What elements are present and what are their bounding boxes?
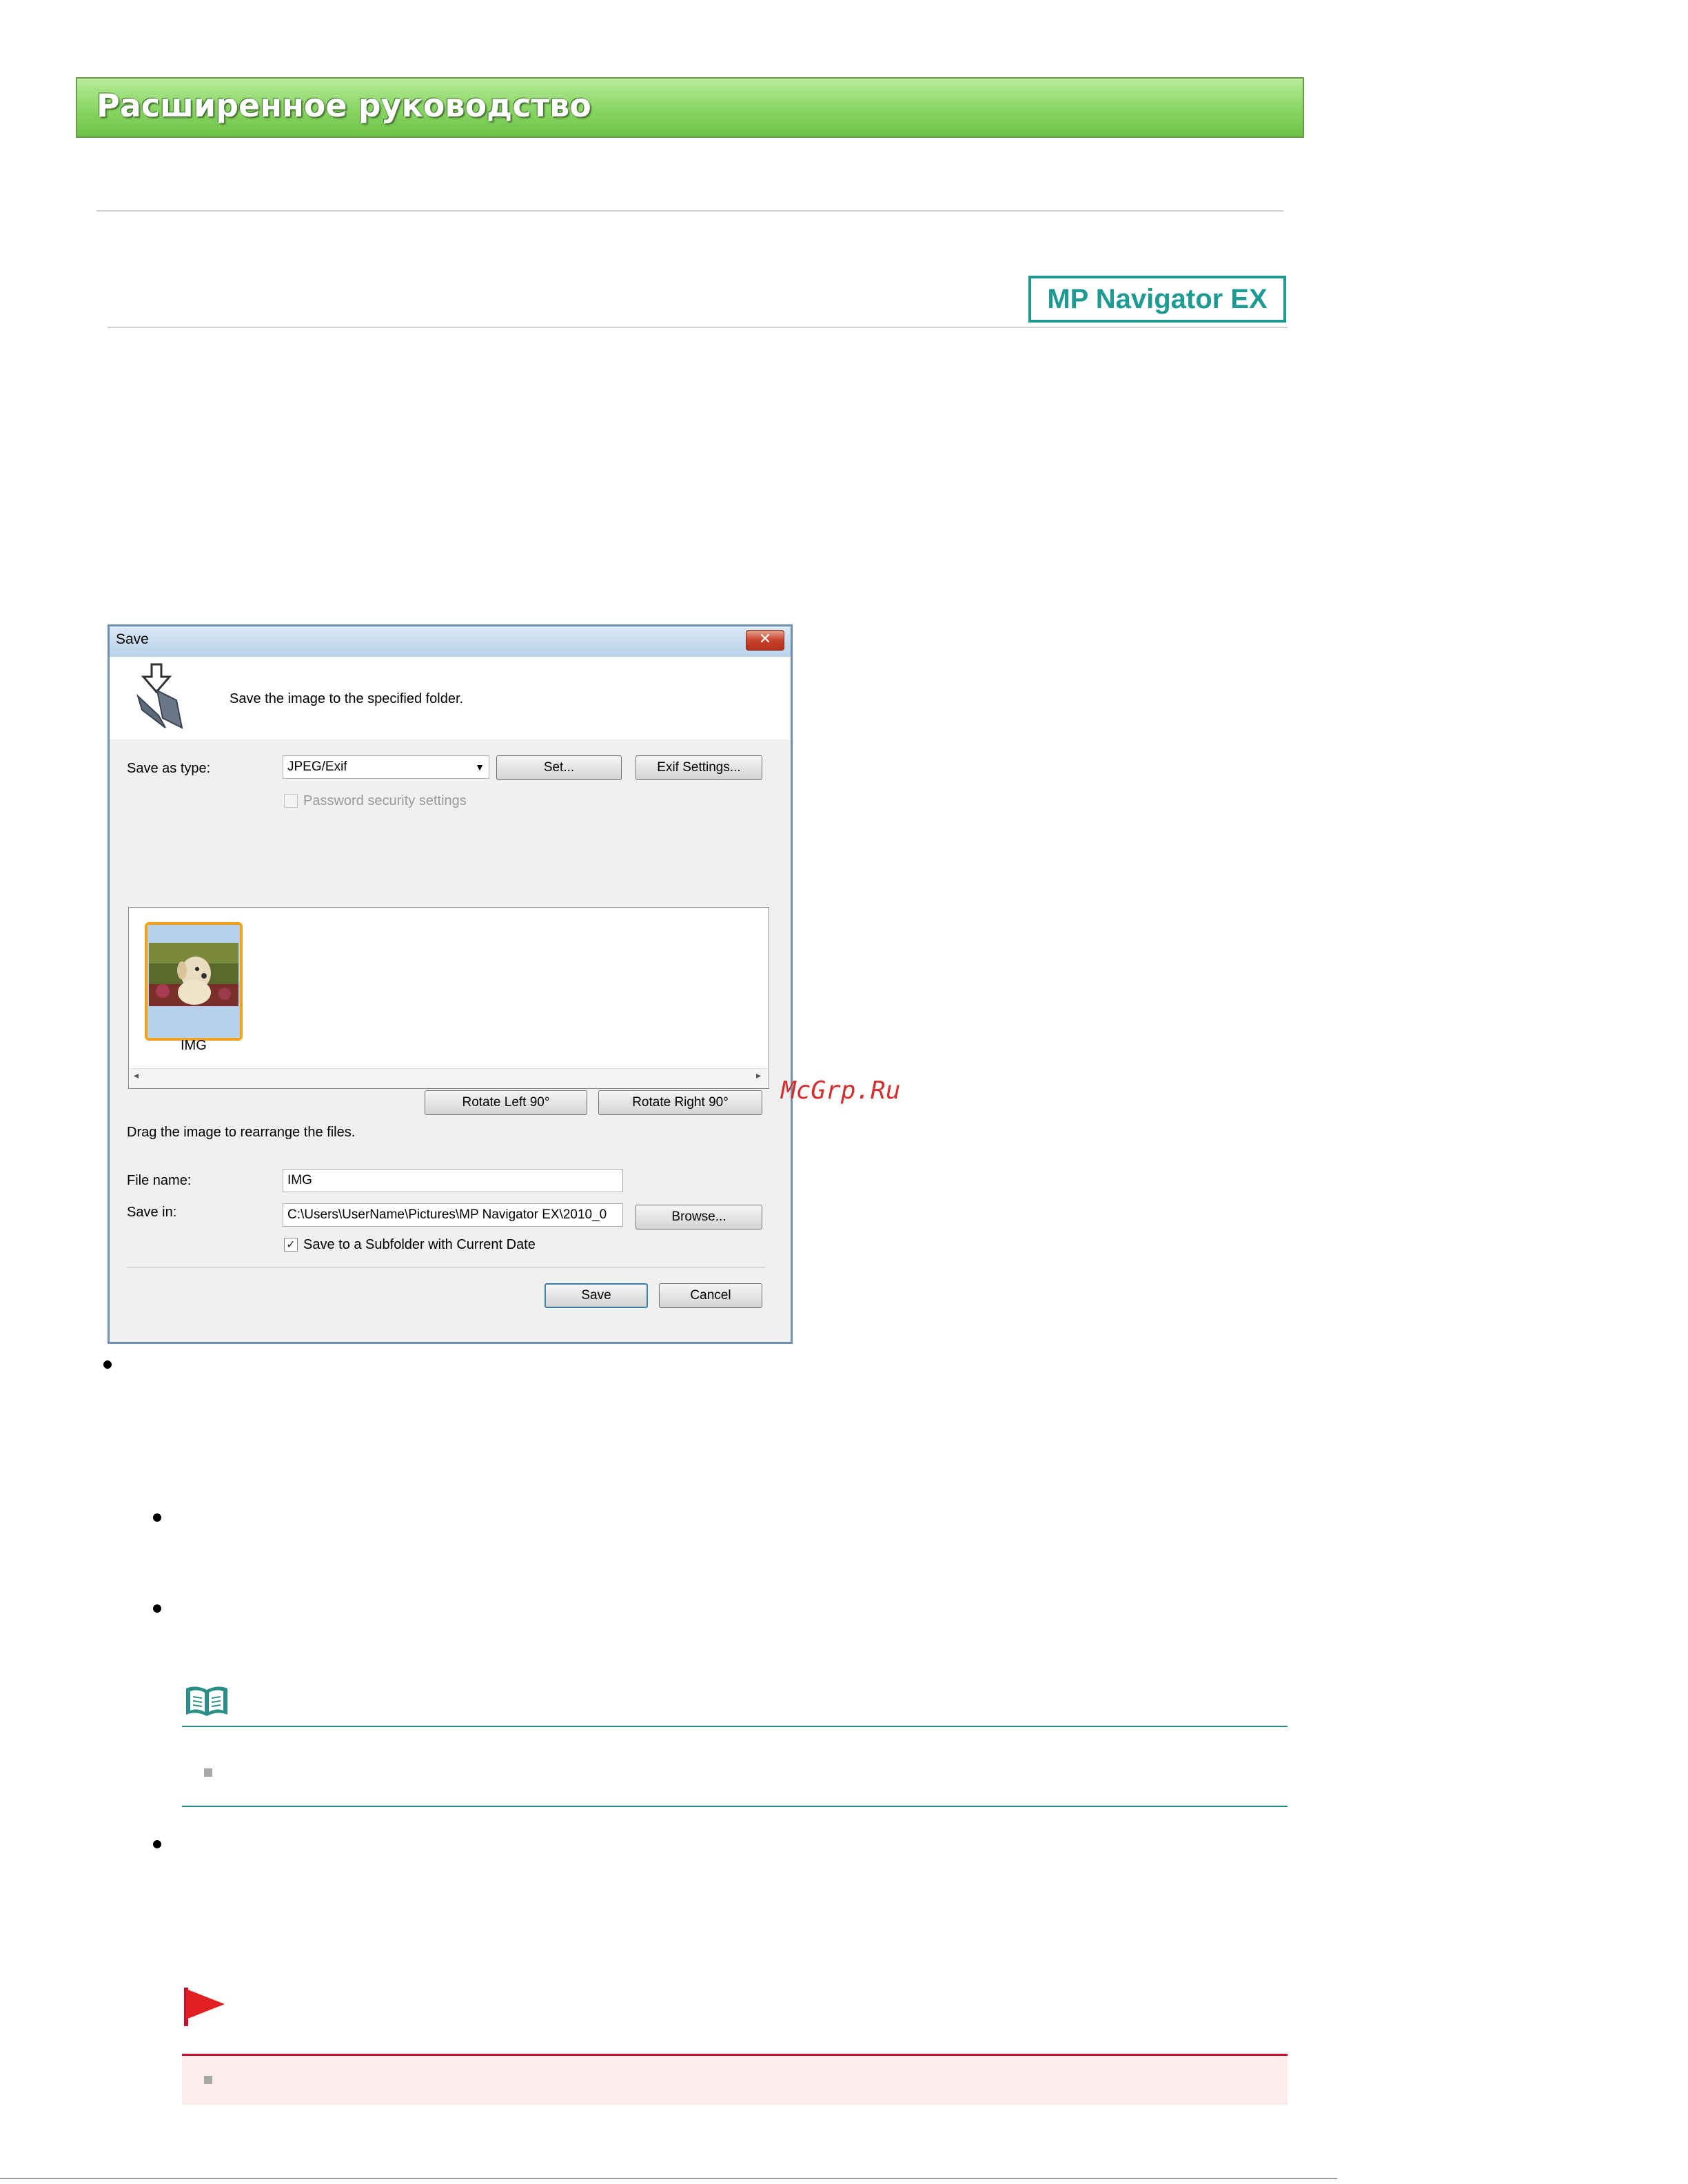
note-bottom-divider	[182, 1806, 1288, 1807]
dialog-title: Save	[116, 631, 149, 647]
bullet-sub-3	[153, 1840, 161, 1848]
important-box	[182, 2054, 1288, 2105]
important-flag-icon	[184, 1988, 225, 2026]
rotate-right-button[interactable]: Rotate Right 90°	[598, 1090, 762, 1115]
save-as-type-value: JPEG/Exif	[287, 759, 347, 774]
thumbnail-label: IMG	[181, 1038, 207, 1053]
save-as-type-label: Save as type:	[127, 761, 211, 776]
bullet-main	[103, 1360, 112, 1369]
drag-hint: Drag the image to rearrange the files.	[127, 1125, 356, 1140]
scroll-left-icon[interactable]: ◂	[134, 1070, 139, 1081]
save-in-label: Save in:	[127, 1205, 177, 1220]
logo-divider	[108, 327, 1288, 328]
dialog-description: Save the image to the specified folder.	[230, 691, 464, 706]
close-button[interactable]: ✕	[746, 630, 784, 651]
mp-navigator-logo: MP Navigator EX	[1028, 276, 1286, 323]
password-checkbox[interactable]	[284, 794, 298, 808]
file-name-input[interactable]: IMG	[283, 1169, 623, 1192]
page-title: Расширенное руководство	[96, 87, 591, 124]
horizontal-scrollbar[interactable]: ◂ ▸	[130, 1068, 768, 1088]
chevron-down-icon: ▼	[475, 762, 485, 773]
note-book-icon	[186, 1686, 227, 1716]
subfolder-checkbox[interactable]: ✓	[284, 1238, 298, 1252]
rotate-left-button[interactable]: Rotate Left 90°	[425, 1090, 587, 1115]
save-button[interactable]: Save	[545, 1283, 648, 1308]
thumbnail-image	[149, 943, 238, 1006]
bullet-sub-1	[153, 1513, 161, 1522]
thumbnail-item[interactable]	[145, 922, 243, 1041]
subfolder-label: Save to a Subfolder with Current Date	[303, 1237, 536, 1252]
set-button[interactable]: Set...	[496, 755, 622, 780]
save-folder-icon	[136, 663, 183, 729]
file-name-label: File name:	[127, 1173, 192, 1188]
cancel-button[interactable]: Cancel	[659, 1283, 762, 1308]
note-top-divider	[182, 1726, 1288, 1727]
important-bullet	[204, 2076, 212, 2084]
save-in-input[interactable]: C:\Users\UserName\Pictures\MP Navigator …	[283, 1203, 623, 1227]
browse-button[interactable]: Browse...	[635, 1205, 762, 1229]
watermark: McGrp.Ru	[781, 1076, 901, 1105]
save-as-type-select[interactable]: JPEG/Exif ▼	[283, 755, 489, 779]
password-label: Password security settings	[303, 793, 467, 808]
note-bullet	[204, 1768, 212, 1777]
dialog-footer-divider	[127, 1267, 765, 1268]
bottom-divider	[0, 2178, 1337, 2179]
exif-settings-button[interactable]: Exif Settings...	[635, 755, 762, 780]
bullet-sub-2	[153, 1604, 161, 1613]
dialog-titlebar	[110, 626, 791, 657]
top-divider	[96, 210, 1283, 212]
scroll-right-icon[interactable]: ▸	[756, 1070, 761, 1081]
